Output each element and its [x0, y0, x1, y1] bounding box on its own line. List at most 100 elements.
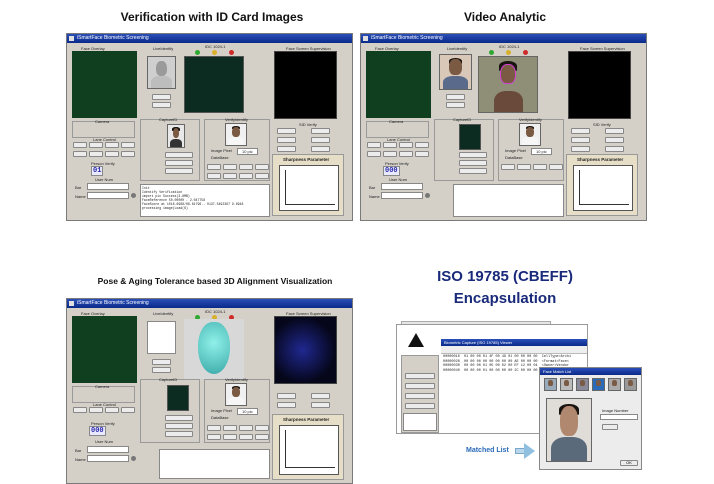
sid-button-4[interactable] [605, 137, 624, 143]
live-identify-button-2[interactable] [446, 102, 465, 108]
radio-image-pixel[interactable]: Image Pixel [211, 148, 232, 153]
bar-input[interactable] [381, 183, 423, 190]
lane-button-7[interactable] [105, 151, 119, 157]
lane-button-1[interactable] [367, 142, 381, 148]
match-thumb-4[interactable] [592, 378, 605, 391]
capture-button-1[interactable] [459, 152, 487, 158]
verify-button-7[interactable] [239, 173, 253, 179]
verify-button-4[interactable] [255, 164, 269, 170]
capture-button-2[interactable] [165, 160, 193, 166]
search-icon[interactable] [425, 193, 430, 198]
lane-button-4[interactable] [121, 142, 135, 148]
verify-button-1[interactable] [207, 425, 221, 431]
radio-image-pixel[interactable]: Image Pixel [505, 148, 526, 153]
sid-button-1[interactable] [571, 128, 590, 134]
sid-button-3[interactable] [277, 402, 296, 408]
side-button-4[interactable] [405, 403, 435, 409]
lane-button-8[interactable] [415, 151, 429, 157]
verify-button-2[interactable] [517, 164, 531, 170]
lane-button-2[interactable] [89, 407, 103, 413]
sid-button-1[interactable] [277, 128, 296, 134]
match-action-button[interactable] [602, 424, 618, 430]
live-identify-button-2[interactable] [152, 102, 171, 108]
sid-button-6[interactable] [311, 146, 330, 152]
lane-button-6[interactable] [89, 151, 103, 157]
sid-button-2[interactable] [311, 393, 330, 399]
capture-button-3[interactable] [459, 168, 487, 174]
bar-input[interactable] [87, 183, 129, 190]
radio-database[interactable]: DataBase [211, 415, 229, 420]
match-thumb-1[interactable] [544, 378, 557, 391]
verify-button-8[interactable] [255, 173, 269, 179]
sid-button-4[interactable] [311, 137, 330, 143]
lane-button-1[interactable] [73, 142, 87, 148]
lane-button-4[interactable] [121, 407, 135, 413]
pic-count-select[interactable]: 10 pic [237, 408, 258, 415]
sid-button-3[interactable] [277, 137, 296, 143]
verify-button-2[interactable] [223, 164, 237, 170]
lane-button-3[interactable] [105, 142, 119, 148]
verify-button-7[interactable] [239, 434, 253, 440]
lane-button-2[interactable] [89, 142, 103, 148]
lane-button-3[interactable] [399, 142, 413, 148]
verify-button-1[interactable] [207, 164, 221, 170]
sid-button-1[interactable] [277, 393, 296, 399]
capture-button-2[interactable] [459, 160, 487, 166]
live-identify-button-2[interactable] [152, 367, 171, 373]
verify-button-3[interactable] [239, 425, 253, 431]
ok-button[interactable]: OK [620, 460, 638, 466]
match-thumb-3[interactable] [576, 378, 589, 391]
sid-button-5[interactable] [571, 146, 590, 152]
lane-button-6[interactable] [383, 151, 397, 157]
match-thumb-5[interactable] [608, 378, 621, 391]
capture-button-3[interactable] [165, 168, 193, 174]
bar-input[interactable] [87, 446, 129, 453]
capture-button-1[interactable] [165, 415, 193, 421]
live-identify-button-1[interactable] [152, 359, 171, 365]
lane-button-7[interactable] [399, 151, 413, 157]
lane-button-1[interactable] [73, 407, 87, 413]
lane-button-4[interactable] [415, 142, 429, 148]
name-input[interactable] [381, 192, 423, 199]
sid-button-5[interactable] [277, 146, 296, 152]
lane-button-3[interactable] [105, 407, 119, 413]
capture-button-3[interactable] [165, 431, 193, 437]
radio-database[interactable]: DataBase [211, 155, 229, 160]
verify-button-8[interactable] [255, 434, 269, 440]
verify-button-3[interactable] [239, 164, 253, 170]
side-button-3[interactable] [405, 393, 435, 399]
sid-button-2[interactable] [311, 128, 330, 134]
sid-button-4[interactable] [311, 402, 330, 408]
name-input[interactable] [87, 192, 129, 199]
match-thumb-2[interactable] [560, 378, 573, 391]
lane-button-5[interactable] [73, 151, 87, 157]
verify-button-2[interactable] [223, 425, 237, 431]
sid-button-3[interactable] [571, 137, 590, 143]
capture-button-2[interactable] [165, 423, 193, 429]
search-icon[interactable] [131, 456, 136, 461]
verify-button-5[interactable] [207, 173, 221, 179]
image-number-field[interactable] [600, 414, 638, 420]
radio-database[interactable]: DataBase [505, 155, 523, 160]
live-identify-button-1[interactable] [152, 94, 171, 100]
verify-button-4[interactable] [549, 164, 563, 170]
capture-button-1[interactable] [165, 152, 193, 158]
lane-button-8[interactable] [121, 151, 135, 157]
sid-button-6[interactable] [605, 146, 624, 152]
side-button-1[interactable] [405, 373, 435, 379]
radio-image-pixel[interactable]: Image Pixel [211, 408, 232, 413]
verify-button-6[interactable] [223, 173, 237, 179]
live-identify-button-1[interactable] [446, 94, 465, 100]
search-icon[interactable] [131, 193, 136, 198]
sid-button-2[interactable] [605, 128, 624, 134]
name-input[interactable] [87, 455, 129, 462]
verify-button-5[interactable] [207, 434, 221, 440]
lane-button-2[interactable] [383, 142, 397, 148]
side-button-2[interactable] [405, 383, 435, 389]
match-thumb-6[interactable] [624, 378, 637, 391]
verify-button-3[interactable] [533, 164, 547, 170]
verify-button-4[interactable] [255, 425, 269, 431]
verify-button-1[interactable] [501, 164, 515, 170]
pic-count-select[interactable]: 10 pic [237, 148, 258, 155]
pic-count-select[interactable]: 10 pic [531, 148, 552, 155]
